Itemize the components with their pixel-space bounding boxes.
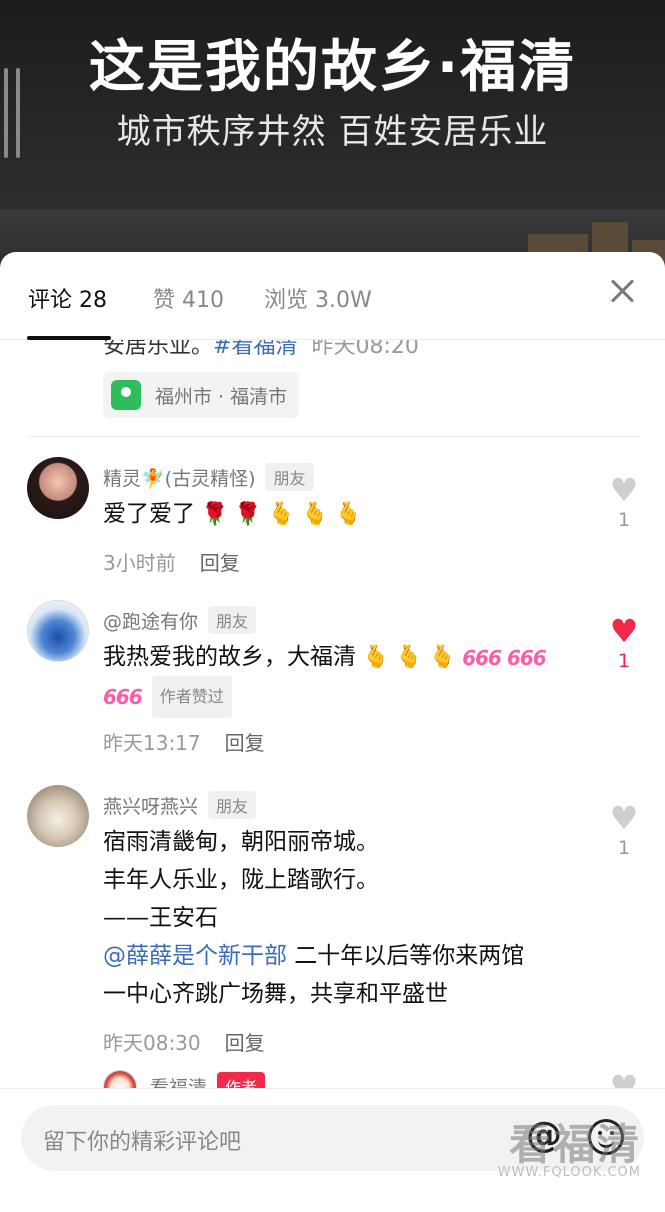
comment-list[interactable]: 安居乐业。#看福清 昨天08:20 福州市 · 福清市 精灵🧚(古灵精怪) 朋友 …	[0, 340, 665, 1088]
comment-body: 我热爱我的故乡，大福清	[103, 644, 356, 670]
avatar[interactable]	[103, 1070, 137, 1088]
avatar[interactable]	[27, 600, 89, 662]
emoji-666-icon: 666	[103, 685, 143, 709]
comment-item: @跑途有你 朋友 我热爱我的故乡，大福清 🫰 🫰 🫰 666 666 666 作者赞过 昨天…	[0, 600, 665, 770]
video-background[interactable]: 这是我的故乡·福清 城市秩序井然 百姓安居乐业	[0, 0, 665, 280]
tabs-bar: 评论 28 赞 410 浏览 3.0W	[0, 252, 665, 340]
reply-button[interactable]: 回复	[200, 551, 240, 575]
post-caption: 安居乐业。#看福清 昨天08:20	[103, 340, 419, 360]
like-button[interactable]: ♥ 1	[607, 471, 641, 531]
watermark-logo: 看福清	[508, 1120, 641, 1169]
hashtag-link[interactable]: #看福清	[213, 340, 297, 359]
author-badge: 作者	[217, 1072, 266, 1088]
heart-icon: ♥	[609, 471, 639, 509]
finger-heart-emoji-icon: 🫰	[362, 644, 390, 670]
finger-heart-emoji-icon: 🫰	[428, 644, 457, 670]
input-placeholder: 留下你的精彩评论吧	[43, 1130, 242, 1155]
finger-heart-emoji-icon: 🫰	[334, 501, 363, 527]
like-count: 1	[617, 837, 631, 859]
comment-text-line2: 666 作者赞过	[103, 676, 232, 718]
comment-item: 看福清 作者 ♥	[0, 1066, 665, 1088]
comment-user[interactable]: @跑途有你 朋友	[103, 606, 257, 634]
comment-sheet: 评论 28 赞 410 浏览 3.0W 安居乐业。#看福清 昨天08:20 福州市…	[0, 252, 665, 1212]
caption-text: 安居乐业。	[103, 340, 214, 359]
friend-badge: 朋友	[208, 606, 257, 634]
finger-heart-emoji-icon: 🫰	[301, 501, 329, 527]
comment-line-4: @薛薛是个新干部 二十年以后等你来两馆	[103, 937, 524, 975]
comment-time: 昨天13:17	[103, 731, 201, 755]
tab-comments[interactable]: 评论 28	[28, 282, 107, 314]
user-name: @跑途有你	[103, 610, 199, 633]
post-time: 昨天08:20	[311, 340, 419, 359]
comment-item: 精灵🧚(古灵精怪) 朋友 爱了爱了 🌹 🌹 🫰 🫰 🫰 3小时前 回复 ♥ 1	[0, 457, 665, 587]
watermark-url: WWW.FQLOOK.COM	[497, 1165, 641, 1180]
home-indicator[interactable]	[208, 1193, 458, 1201]
close-icon[interactable]	[609, 278, 635, 304]
user-name: 看福清	[150, 1076, 208, 1089]
comment-line-3: ——王安石	[103, 905, 218, 931]
friend-badge: 朋友	[265, 463, 314, 491]
comment-user[interactable]: 燕兴呀燕兴 朋友	[103, 791, 257, 819]
friend-badge: 朋友	[208, 791, 257, 819]
comment-line-4-text: 二十年以后等你来两馆	[287, 943, 525, 969]
heart-icon: ♥	[609, 1068, 639, 1088]
finger-heart-emoji-icon: 🫰	[395, 644, 423, 670]
comment-text: 爱了爱了 🌹 🌹 🫰 🫰 🫰	[103, 495, 362, 534]
rose-emoji-icon: 🌹	[234, 501, 262, 527]
like-button[interactable]: ♥ 1	[607, 612, 641, 672]
video-subtitle: 城市秩序井然 百姓安居乐业	[116, 112, 549, 152]
comment-meta: 昨天08:30 回复	[103, 1027, 265, 1056]
comment-meta: 昨天13:17 回复	[103, 727, 265, 756]
like-button[interactable]: ♥	[607, 1068, 641, 1088]
tab-likes[interactable]: 赞 410	[153, 282, 224, 314]
divider	[27, 436, 638, 437]
comment-user[interactable]: 精灵🧚(古灵精怪) 朋友	[103, 463, 314, 491]
like-count: 1	[617, 650, 631, 672]
finger-heart-emoji-icon: 🫰	[267, 501, 296, 527]
comment-time: 3小时前	[103, 551, 176, 575]
mention-link[interactable]: @薛薛是个新干部	[103, 943, 287, 969]
comment-line-2: 丰年人乐业，陇上踏歌行。	[103, 867, 379, 893]
comment-meta: 3小时前 回复	[103, 547, 240, 576]
comment-line-5: 一中心齐跳广场舞，共享和平盛世	[103, 981, 448, 1007]
user-name: 燕兴呀燕兴	[103, 795, 199, 818]
like-button[interactable]: ♥ 1	[607, 799, 641, 859]
avatar[interactable]	[27, 457, 89, 519]
emoji-666-icon: 666	[462, 645, 502, 670]
comment-time: 昨天08:30	[103, 1031, 201, 1055]
location-chip[interactable]: 福州市 · 福清市	[103, 372, 300, 418]
comment-item: 燕兴呀燕兴 朋友 宿雨清畿甸，朝阳丽帝城。 丰年人乐业，陇上踏歌行。 ——王安石…	[0, 785, 665, 1065]
rose-emoji-icon: 🌹	[201, 501, 229, 527]
heart-icon: ♥	[609, 612, 639, 650]
author-liked-badge: 作者赞过	[151, 676, 232, 718]
reply-button[interactable]: 回复	[225, 1031, 265, 1055]
like-count: 1	[617, 509, 631, 531]
video-title: 这是我的故乡·福清	[88, 35, 577, 100]
comment-body: 爱了爱了	[103, 501, 195, 527]
user-name: 精灵🧚(古灵精怪)	[103, 467, 256, 490]
reply-button[interactable]: 回复	[225, 731, 265, 755]
tab-views[interactable]: 浏览 3.0W	[264, 282, 372, 314]
comment-line-1: 宿雨清畿甸，朝阳丽帝城。	[103, 829, 379, 855]
heart-icon: ♥	[609, 799, 639, 837]
avatar[interactable]	[27, 785, 89, 847]
location-label: 福州市 · 福清市	[155, 385, 288, 408]
location-pin-icon	[111, 380, 141, 410]
comment-user[interactable]: 看福清 作者	[150, 1072, 266, 1089]
comment-text: 我热爱我的故乡，大福清 🫰 🫰 🫰 666 666	[103, 638, 547, 677]
emoji-666-icon: 666	[506, 645, 547, 670]
